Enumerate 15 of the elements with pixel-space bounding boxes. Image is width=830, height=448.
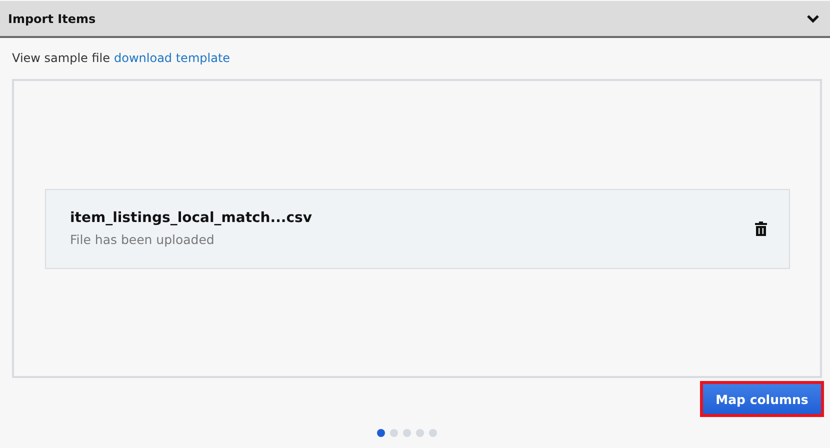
map-columns-button[interactable]: Map columns <box>703 384 821 414</box>
panel-title: Import Items <box>8 12 96 26</box>
step-dot[interactable] <box>403 429 411 437</box>
file-status: File has been uploaded <box>70 232 216 247</box>
file-name: item_listings_local_match...csv <box>70 210 312 226</box>
chevron-icon[interactable] <box>806 14 820 24</box>
step-dot[interactable] <box>390 429 398 437</box>
step-dot[interactable] <box>377 429 385 437</box>
trash-icon[interactable] <box>755 221 767 236</box>
panel-header[interactable]: Import Items <box>0 1 830 38</box>
sample-text: View sample file <box>12 51 110 67</box>
upload-area[interactable]: item_listings_local_match...csv File has been uploaded <box>12 79 822 378</box>
download-link[interactable]: download template <box>114 51 230 79</box>
step-dot[interactable] <box>416 429 424 437</box>
step-dot[interactable] <box>429 429 437 437</box>
